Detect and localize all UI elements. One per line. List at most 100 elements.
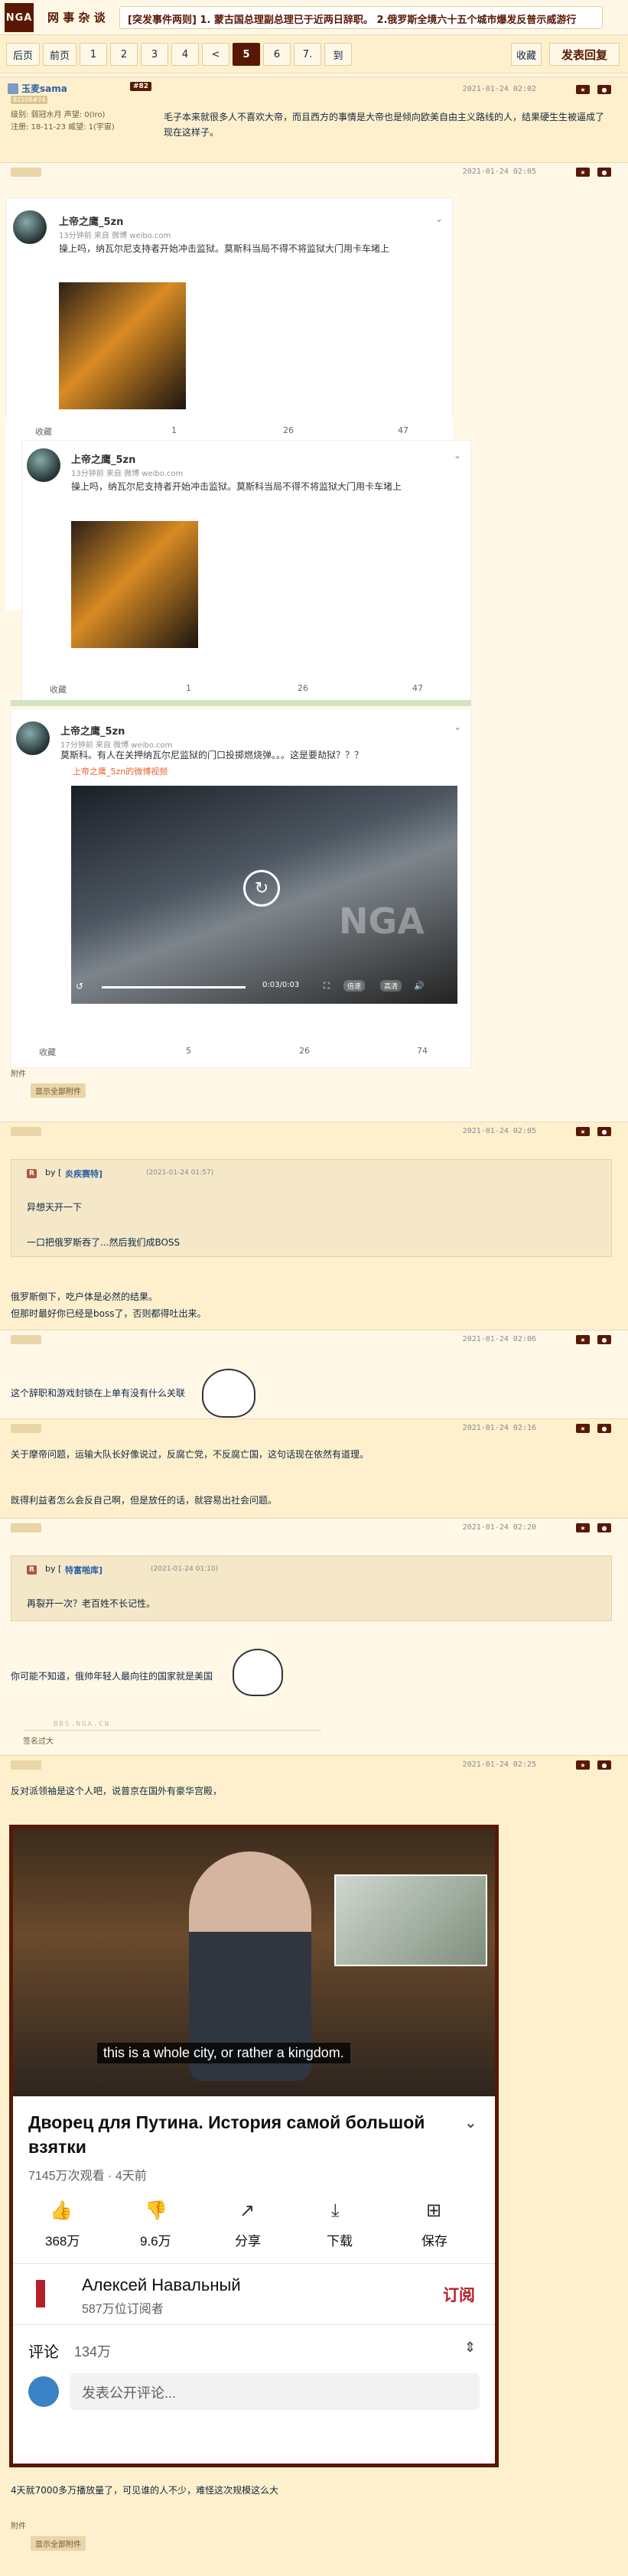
repost-action[interactable]: 1 bbox=[171, 425, 177, 435]
next-page-button[interactable]: 后页 bbox=[6, 43, 40, 66]
channel-name[interactable]: Алексей Навальный bbox=[82, 2275, 241, 2295]
comment-action[interactable]: 26 bbox=[298, 683, 308, 693]
chevron-down-icon[interactable]: ⌄ bbox=[454, 450, 461, 461]
favorite-action[interactable]: 收藏 bbox=[39, 1046, 56, 1058]
favorite-action[interactable]: 收藏 bbox=[50, 683, 67, 695]
more-icon[interactable]: ● bbox=[597, 85, 611, 94]
chevron-down-icon[interactable]: ⌄ bbox=[454, 721, 461, 732]
like-action[interactable]: 47 bbox=[412, 683, 423, 693]
expand-icon[interactable]: ⌄ bbox=[464, 2113, 477, 2131]
post-weibo: 2021-01-24 02:05 ★ ● 上帝之鹰_5zn 13分钟前 来自 微… bbox=[0, 162, 628, 1099]
like-count[interactable]: 368万 bbox=[45, 2230, 80, 2249]
weibo-user[interactable]: 上帝之鹰_5zn bbox=[59, 213, 123, 228]
volume-icon[interactable]: 🔊 bbox=[414, 981, 425, 991]
more-icon[interactable]: ● bbox=[597, 1424, 611, 1433]
page-2-button[interactable]: 2 bbox=[110, 43, 138, 66]
comment-action[interactable]: 26 bbox=[299, 1046, 310, 1056]
page-7-button[interactable]: 7. bbox=[294, 43, 321, 66]
weibo-photo[interactable] bbox=[59, 282, 186, 409]
like-icon[interactable]: ★ bbox=[576, 1335, 590, 1344]
avatar[interactable] bbox=[27, 448, 60, 482]
user-avatar bbox=[28, 2376, 59, 2407]
like-icon[interactable]: ★ bbox=[576, 168, 590, 177]
thread-title: [突发事件两则] 1. 蒙古国总理副总理已于近两日辞职。 2.俄罗斯全境六十五个… bbox=[119, 6, 603, 29]
like-icon[interactable]: ★ bbox=[576, 85, 590, 94]
forum-name[interactable]: 网 事 杂 谈 bbox=[47, 9, 106, 25]
page-4-button[interactable]: 4 bbox=[171, 43, 199, 66]
post-author[interactable]: 玉麦sama bbox=[21, 82, 67, 95]
download-button[interactable]: 下载 bbox=[327, 2230, 353, 2249]
more-icon[interactable]: ● bbox=[597, 1760, 611, 1770]
like-icon[interactable]: ★ bbox=[576, 1424, 590, 1433]
like-action[interactable]: 74 bbox=[417, 1046, 428, 1056]
weibo-card-2: 上帝之鹰_5zn 13分钟前 来自 微博 weibo.com ⌄ 操上吗，纳瓦尔… bbox=[21, 440, 471, 705]
quote-tag: R bbox=[27, 1565, 37, 1575]
goto-page-button[interactable]: 到 bbox=[324, 43, 352, 66]
channel-logo[interactable] bbox=[36, 2280, 45, 2307]
share-button[interactable]: 分享 bbox=[235, 2230, 261, 2249]
like-icon[interactable]: ★ bbox=[576, 1523, 590, 1532]
save-button[interactable]: 保存 bbox=[421, 2230, 447, 2249]
like-icon[interactable]: ★ bbox=[576, 1760, 590, 1770]
download-icon[interactable]: ⤓ bbox=[331, 2200, 340, 2221]
more-icon[interactable]: ● bbox=[597, 1523, 611, 1532]
post-82: 玉麦sama #82 82109#74 级别: 弱冠水月 声望: 0(Iro) … bbox=[0, 77, 628, 162]
subscribe-button[interactable]: 订阅 bbox=[443, 2283, 475, 2306]
like-action[interactable]: 47 bbox=[398, 425, 408, 435]
repost-action[interactable]: 1 bbox=[186, 683, 191, 693]
quote-user[interactable]: 炎疾赛特] bbox=[65, 1168, 102, 1180]
chevron-down-icon[interactable]: ⌄ bbox=[435, 213, 443, 224]
post-text: 毛子本来就很多人不喜欢大帝，而且西方的事情是大帝也是倾向欧美自由主义路线的人，结… bbox=[164, 112, 605, 138]
more-icon[interactable]: ● bbox=[597, 168, 611, 177]
quote-line: 异想天开一下 bbox=[27, 1202, 83, 1213]
share-icon[interactable]: ↗ bbox=[239, 2200, 255, 2221]
weibo-sub: 13分钟前 来自 微博 weibo.com bbox=[71, 470, 184, 478]
signature-watermark: BBS.NGA.CN bbox=[54, 1721, 111, 1728]
show-attachments-button[interactable]: 显示全部附件 bbox=[31, 2536, 86, 2551]
repost-action[interactable]: 5 bbox=[186, 1046, 191, 1056]
comment-action[interactable]: 26 bbox=[283, 425, 294, 435]
page-3-button[interactable]: 3 bbox=[141, 43, 168, 66]
show-attachments-button[interactable]: 显示全部附件 bbox=[31, 1083, 86, 1098]
floor-number[interactable]: #82 bbox=[130, 82, 152, 91]
video-progress[interactable] bbox=[102, 986, 246, 988]
weibo-text: 莫斯科。有人在关押纳瓦尔尼监狱的门口投掷燃烧弹。。。这是要劫狱？？？ bbox=[60, 750, 364, 760]
weibo-user[interactable]: 上帝之鹰_5zn bbox=[71, 451, 135, 466]
save-icon[interactable]: ⊞ bbox=[426, 2200, 441, 2221]
divider bbox=[11, 700, 471, 706]
avatar[interactable] bbox=[16, 721, 50, 755]
prev-page-button[interactable]: 前页 bbox=[43, 43, 76, 66]
video-link[interactable]: 上帝之鹰_5zn的微博视频 bbox=[73, 765, 168, 777]
dislike-count[interactable]: 9.6万 bbox=[140, 2230, 171, 2249]
favorite-button[interactable]: 收藏 bbox=[511, 43, 542, 66]
page-6-button[interactable]: 6 bbox=[263, 43, 291, 66]
nga-logo[interactable]: NGA bbox=[5, 3, 34, 32]
comment-input[interactable]: 发表公开评论... bbox=[70, 2373, 480, 2410]
post-time: 2021-01-24 02:16 bbox=[462, 1424, 536, 1432]
video-player[interactable]: ↻ NGA ↺ 0:03/0:03 ⛶ 倍速 高清 🔊 bbox=[71, 786, 457, 1004]
more-icon[interactable]: ● bbox=[597, 1127, 611, 1136]
like-icon[interactable]: ★ bbox=[576, 1127, 590, 1136]
thumbs-down-icon[interactable]: 👎 bbox=[145, 2200, 168, 2221]
user-stats-2: 注册: 18-11-23 威望: 1(宇宙) bbox=[11, 123, 115, 132]
weibo-photo[interactable] bbox=[71, 521, 198, 648]
speed-button[interactable]: 倍速 bbox=[343, 980, 366, 992]
quality-button[interactable]: 高清 bbox=[380, 980, 402, 992]
more-icon[interactable]: ● bbox=[597, 1335, 611, 1344]
page-1-button[interactable]: 1 bbox=[80, 43, 107, 66]
page-5-current[interactable]: 5 bbox=[233, 43, 260, 66]
avatar[interactable] bbox=[13, 210, 47, 244]
sort-icon[interactable]: ⇕ bbox=[464, 2340, 476, 2356]
fullscreen-icon[interactable]: ⛶ bbox=[324, 981, 330, 992]
thumbs-up-icon[interactable]: 👍 bbox=[50, 2200, 73, 2221]
weibo-user[interactable]: 上帝之鹰_5zn bbox=[60, 723, 125, 738]
page-back-button[interactable]: < bbox=[202, 43, 229, 66]
quote-line: 一口把俄罗斯吞了...然后我们成BOSS bbox=[27, 1237, 181, 1248]
quote-user[interactable]: 特富啪库] bbox=[65, 1564, 102, 1576]
reply-button[interactable]: 发表回复 bbox=[549, 43, 620, 66]
floor-tag bbox=[11, 1523, 41, 1532]
video-frame[interactable]: this is a whole city, or rather a kingdo… bbox=[13, 1829, 495, 2096]
favorite-action[interactable]: 收藏 bbox=[35, 425, 52, 438]
replay-small-icon[interactable]: ↺ bbox=[76, 981, 83, 992]
replay-icon[interactable]: ↻ bbox=[243, 870, 280, 907]
